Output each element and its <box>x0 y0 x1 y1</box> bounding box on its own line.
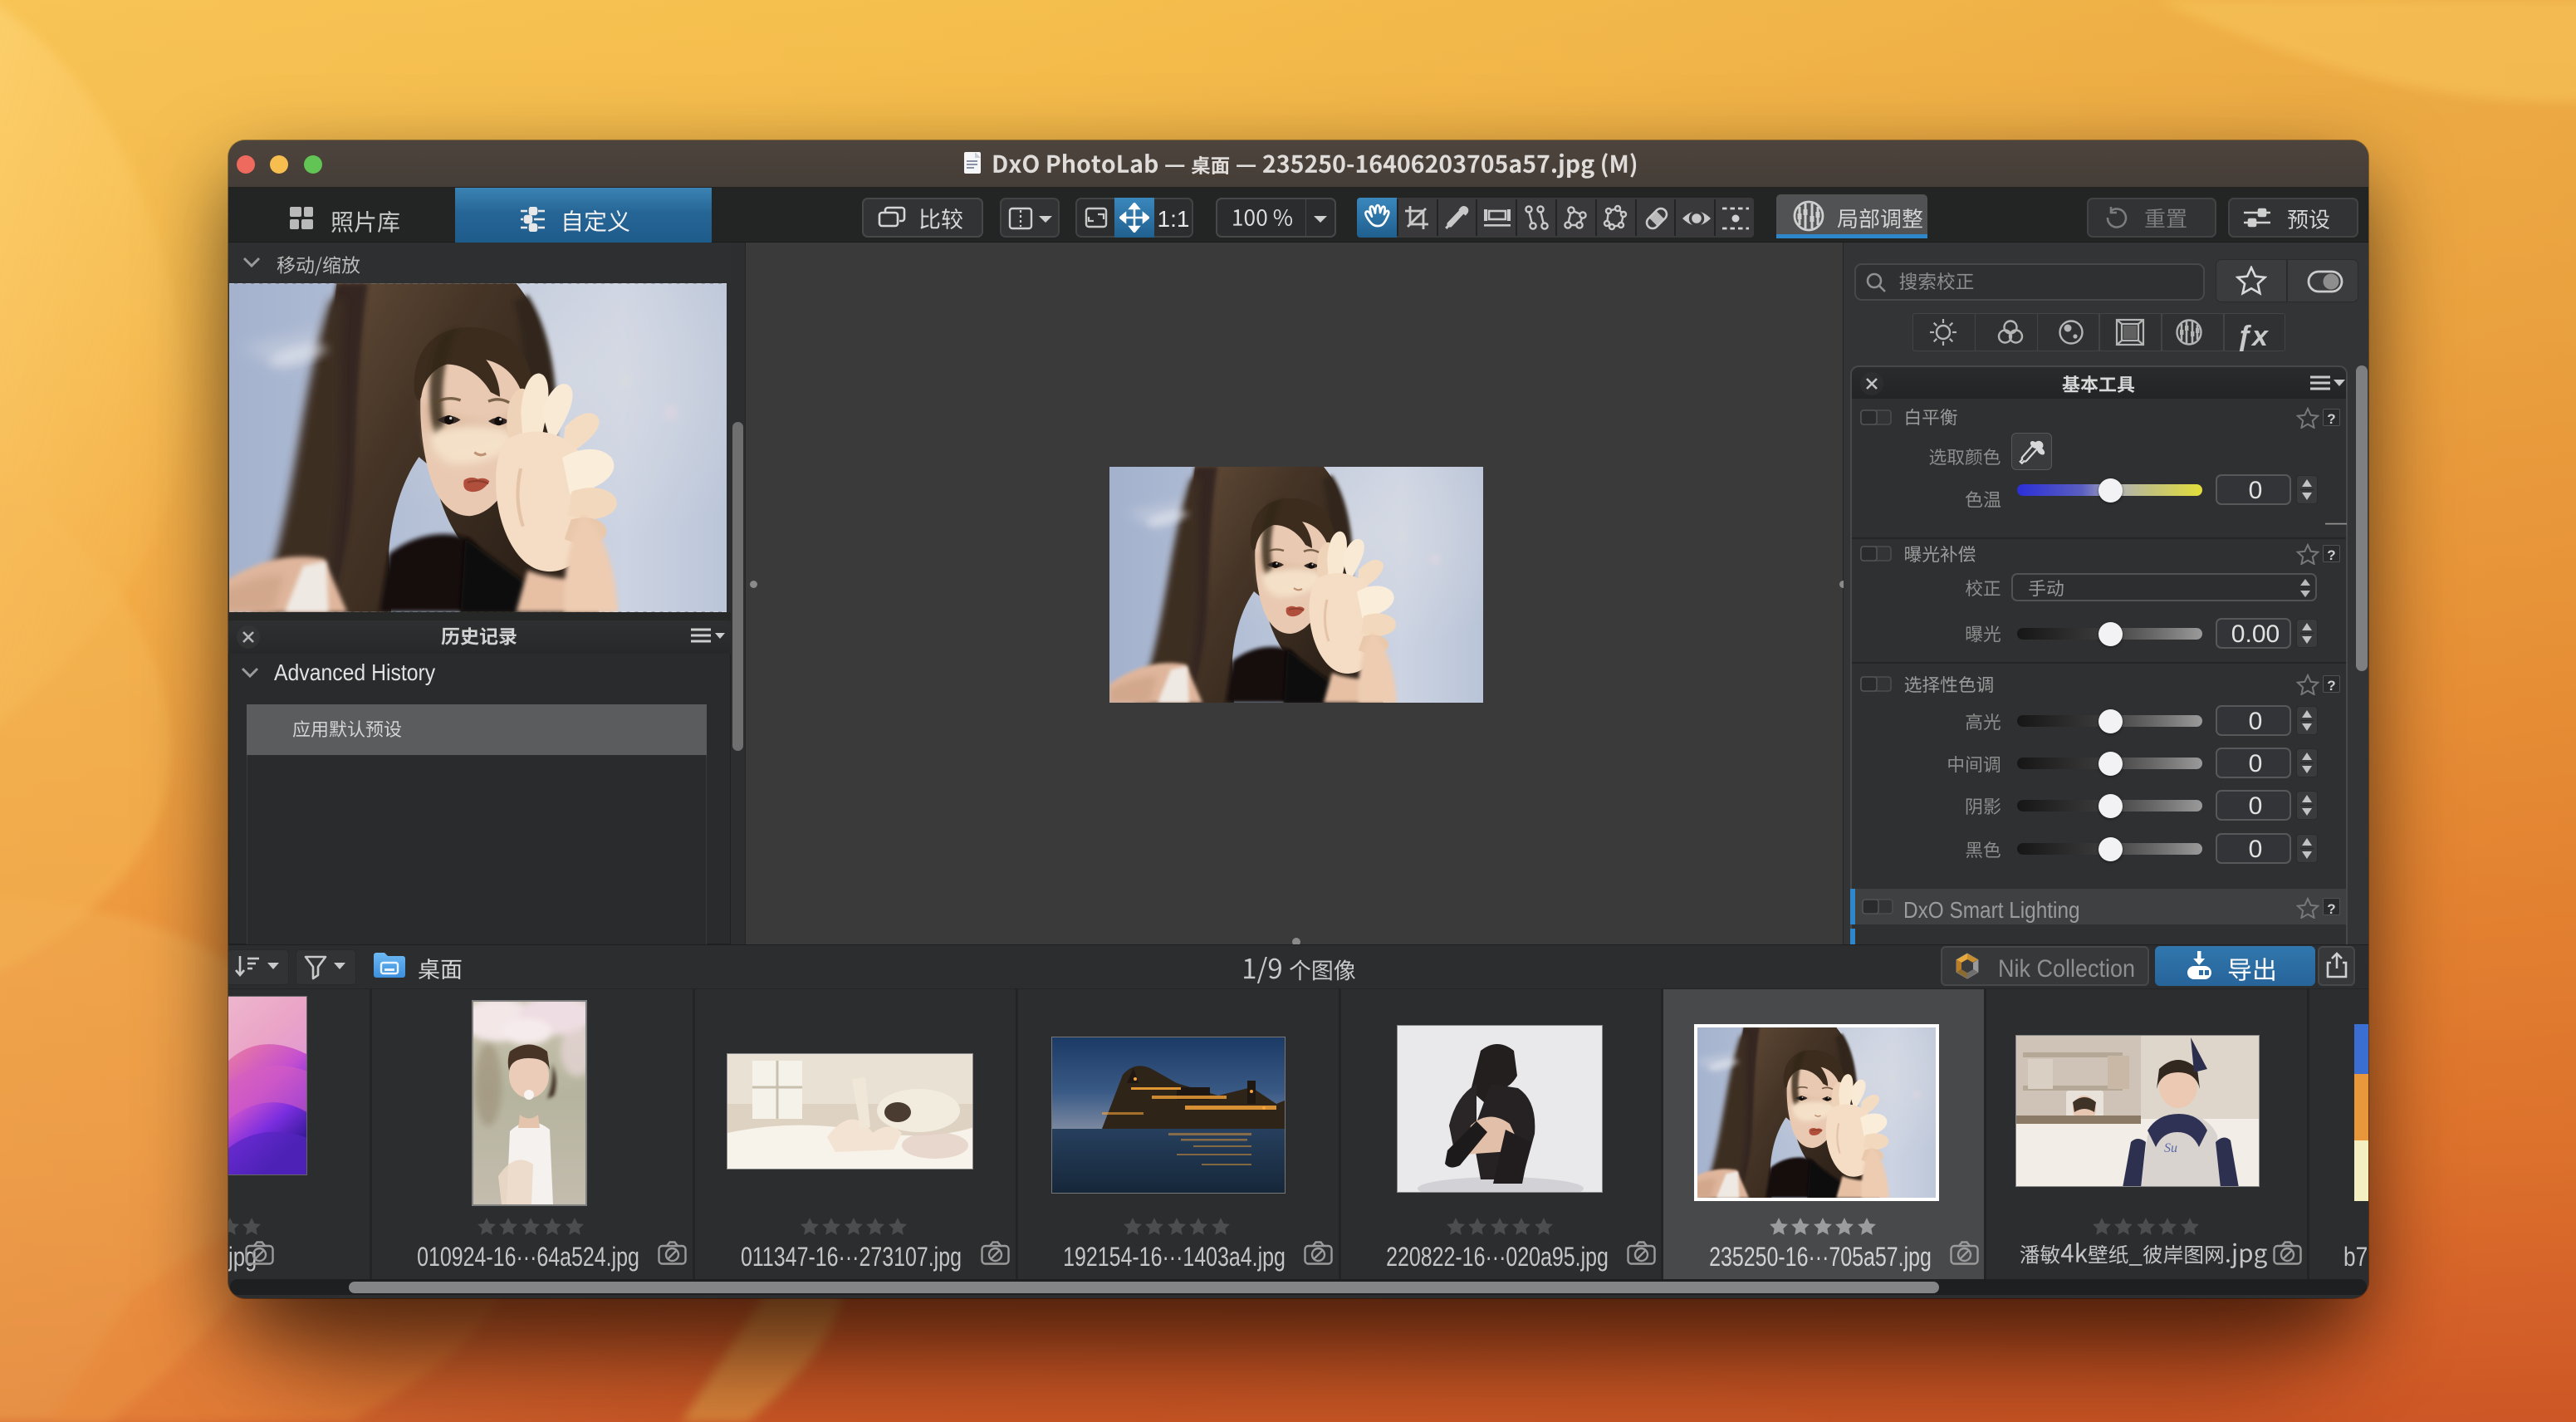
svg-text:Su: Su <box>2164 1141 2177 1155</box>
